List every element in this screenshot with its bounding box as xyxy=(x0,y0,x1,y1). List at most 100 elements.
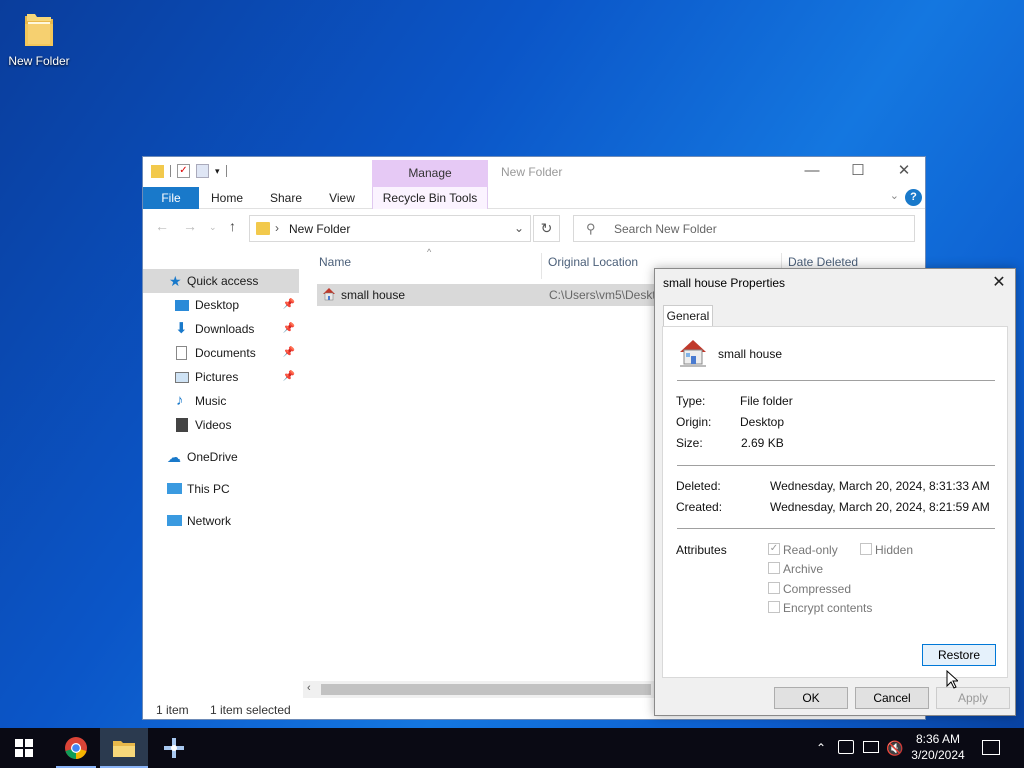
desktop-icon xyxy=(175,300,189,311)
network-tray-icon[interactable] xyxy=(863,741,879,753)
expand-ribbon-icon[interactable]: ⌄ xyxy=(890,189,899,202)
house-icon xyxy=(322,287,336,301)
sidebar-item-label: This PC xyxy=(187,482,230,496)
readonly-checkbox[interactable]: ✓ xyxy=(768,543,780,555)
sort-arrow-icon: ^ xyxy=(427,247,432,257)
hidden-label: Hidden xyxy=(875,543,914,557)
new-folder-icon[interactable] xyxy=(196,164,209,178)
time: 8:36 AM xyxy=(915,732,961,746)
title-bar: ✓ ▾ Manage New Folder — ☐ ✕ xyxy=(143,157,925,187)
item-count: 1 item xyxy=(156,703,189,717)
restore-button[interactable]: Restore xyxy=(922,644,996,666)
compressed-checkbox[interactable] xyxy=(768,582,780,594)
size-value: 2.69 KB xyxy=(741,436,784,450)
archive-label: Archive xyxy=(783,562,824,576)
sidebar-item-this-pc[interactable]: This PC xyxy=(143,477,299,501)
sidebar-item-label: Desktop xyxy=(195,298,240,312)
scroll-left-icon[interactable]: ‹ xyxy=(307,682,311,694)
deleted-label: Deleted: xyxy=(676,479,721,493)
security-icon[interactable] xyxy=(838,740,854,754)
recent-locations-icon[interactable]: ⌄ xyxy=(209,222,217,233)
pin-icon[interactable]: 📌 xyxy=(283,293,295,317)
divider xyxy=(677,380,995,381)
close-button[interactable]: ✕ xyxy=(881,157,927,187)
computer-icon xyxy=(167,483,182,494)
type-label: Type: xyxy=(676,394,706,408)
sidebar-item-label: Pictures xyxy=(195,370,239,384)
encrypt-checkbox[interactable] xyxy=(768,601,780,613)
taskbar-chrome[interactable] xyxy=(52,728,100,768)
dialog-title: small house Properties xyxy=(663,276,786,290)
sidebar-item-quick-access[interactable]: ★ Quick access xyxy=(143,269,299,293)
tab-recycle-bin-tools[interactable]: Recycle Bin Tools xyxy=(372,187,488,209)
chevron-down-icon[interactable]: ⌄ xyxy=(514,221,524,235)
sidebar-item-label: Downloads xyxy=(195,322,255,336)
minimize-button[interactable]: — xyxy=(789,157,835,187)
taskbar-file-explorer[interactable] xyxy=(100,728,148,768)
navigation-pane: ★ Quick access Desktop 📌 ⬇ Downloads 📌 D… xyxy=(143,265,303,695)
sidebar-item-music[interactable]: ♪ Music xyxy=(143,389,299,413)
sidebar-item-onedrive[interactable]: ☁ OneDrive xyxy=(143,445,299,469)
divider xyxy=(225,165,227,177)
sidebar-item-videos[interactable]: Videos xyxy=(143,413,299,437)
address-text: New Folder xyxy=(289,222,351,236)
cloud-icon: ☁ xyxy=(167,449,181,465)
start-button[interactable] xyxy=(0,728,48,768)
volume-muted-icon[interactable]: 🔇 xyxy=(886,728,903,768)
sidebar-item-pictures[interactable]: Pictures 📌 xyxy=(143,365,299,389)
customize-toolbar-icon[interactable]: ▾ xyxy=(215,166,220,177)
manage-context-tab[interactable]: Manage xyxy=(372,160,488,187)
column-header-original-location[interactable]: Original Location xyxy=(548,255,638,275)
tab-general[interactable]: General xyxy=(663,305,713,327)
pin-icon[interactable]: 📌 xyxy=(283,317,295,341)
chrome-icon xyxy=(65,737,87,759)
mouse-cursor-icon xyxy=(946,669,960,692)
search-placeholder: Search New Folder xyxy=(614,222,717,236)
back-button[interactable]: ← xyxy=(155,218,169,234)
folder-icon xyxy=(23,10,55,50)
tab-file[interactable]: File xyxy=(143,187,199,209)
type-value: File folder xyxy=(740,394,793,408)
chevron-right-icon: › xyxy=(275,221,279,235)
close-button[interactable]: ✕ xyxy=(983,269,1015,297)
sidebar-item-downloads[interactable]: ⬇ Downloads 📌 xyxy=(143,317,299,341)
address-bar[interactable]: › New Folder ⌄ xyxy=(249,215,531,242)
sidebar-item-network[interactable]: Network xyxy=(143,509,299,533)
desktop-icon-new-folder[interactable]: New Folder xyxy=(4,8,74,78)
pin-icon[interactable]: 📌 xyxy=(283,365,295,389)
picture-icon xyxy=(175,372,189,383)
attributes-label: Attributes xyxy=(676,543,727,557)
search-input[interactable]: ⚲ Search New Folder xyxy=(573,215,915,242)
tab-home[interactable]: Home xyxy=(207,187,247,209)
taskbar-app[interactable] xyxy=(150,728,198,768)
folder-icon xyxy=(151,164,164,178)
properties-icon[interactable]: ✓ xyxy=(177,164,190,178)
divider xyxy=(541,253,542,279)
show-hidden-icons[interactable]: ⌃ xyxy=(816,728,830,768)
scrollbar-thumb[interactable] xyxy=(321,684,651,695)
up-button[interactable]: ↑ xyxy=(229,218,236,234)
sidebar-item-desktop[interactable]: Desktop 📌 xyxy=(143,293,299,317)
clock[interactable]: 8:36 AM 3/20/2024 xyxy=(906,731,970,768)
refresh-button[interactable]: ↻ xyxy=(533,215,560,242)
hidden-checkbox[interactable] xyxy=(860,543,872,555)
ok-button[interactable]: OK xyxy=(774,687,848,709)
cancel-button[interactable]: Cancel xyxy=(855,687,929,709)
pin-icon[interactable]: 📌 xyxy=(283,341,295,365)
maximize-button[interactable]: ☐ xyxy=(835,157,881,187)
column-header-name[interactable]: Name xyxy=(319,255,351,275)
selection-count: 1 item selected xyxy=(210,703,291,717)
tab-view[interactable]: View xyxy=(323,187,361,209)
sidebar-item-documents[interactable]: Documents 📌 xyxy=(143,341,299,365)
star-icon: ★ xyxy=(169,273,182,289)
help-icon[interactable]: ? xyxy=(905,189,922,206)
forward-button[interactable]: → xyxy=(183,218,197,234)
encrypt-label: Encrypt contents xyxy=(783,601,873,615)
divider xyxy=(170,165,171,177)
tab-share[interactable]: Share xyxy=(265,187,307,209)
notification-icon[interactable] xyxy=(982,740,1000,755)
search-icon: ⚲ xyxy=(586,221,596,236)
file-name: small house xyxy=(718,347,783,361)
divider xyxy=(677,528,995,529)
archive-checkbox[interactable] xyxy=(768,562,780,574)
